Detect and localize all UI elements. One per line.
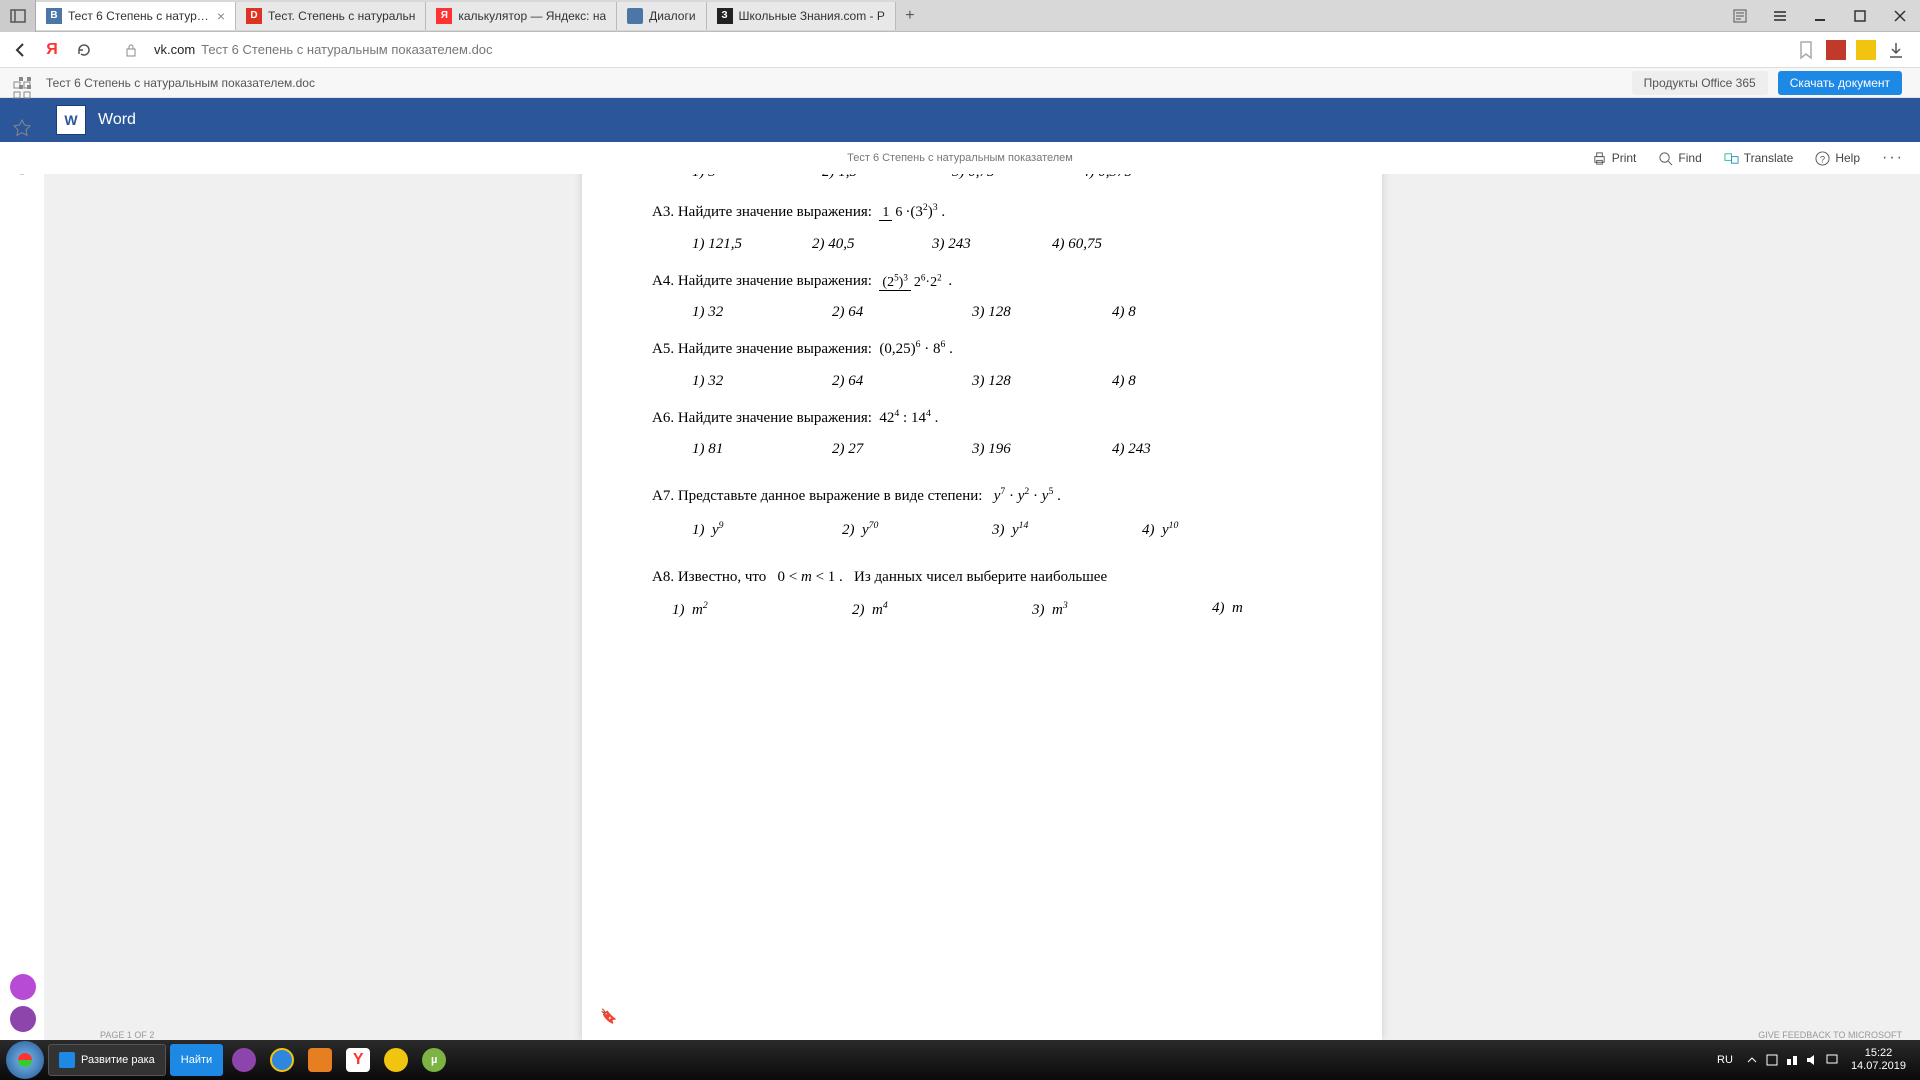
browser-tab-strip: B Тест 6 Степень с натура… × D Тест. Сте… — [0, 0, 1920, 32]
question-a4: A4. Найдите значение выражения: (25)326·… — [652, 269, 1312, 295]
sidebar-toggle-icon[interactable] — [0, 0, 36, 32]
lock-icon — [124, 43, 138, 57]
page-indicator: PAGE 1 OF 2 — [100, 1030, 154, 1040]
svg-text:?: ? — [1820, 154, 1825, 164]
a7-opt4: 4) y10 — [1142, 520, 1202, 539]
tab-label: Тест. Степень с натуральн — [268, 9, 415, 23]
doc-title: Тест 6 Степень с натуральным показателем — [847, 152, 1073, 164]
print-button[interactable]: Print — [1592, 151, 1637, 166]
close-button[interactable] — [1880, 0, 1920, 32]
tab-label: Тест 6 Степень с натура… — [68, 9, 211, 23]
url-domain: vk.com — [154, 42, 195, 57]
question-a6: A6. Найдите значение выражения: 424 : 14… — [652, 406, 1312, 432]
doc-filename: Тест 6 Степень с натуральным показателем… — [46, 76, 315, 90]
tab-label: калькулятор — Яндекс: на — [458, 9, 606, 23]
bookmark-icon[interactable] — [1796, 40, 1816, 60]
a8-opt2: 2) m4 — [852, 600, 912, 619]
maximize-button[interactable] — [1840, 0, 1880, 32]
question-a8: A8. Известно, что 0 < m < 1 . Из данных … — [652, 565, 1312, 591]
help-button[interactable]: ?Help — [1815, 151, 1860, 166]
download-document-button[interactable]: Скачать документ — [1778, 71, 1902, 95]
menu-icon[interactable] — [1760, 0, 1800, 32]
favorites-icon[interactable] — [12, 118, 32, 138]
taskbar-utorrent-icon[interactable]: µ — [417, 1043, 451, 1077]
browser-tab-2[interactable]: D Тест. Степень с натуральн — [236, 2, 426, 30]
browser-tab-4[interactable]: Диалоги — [617, 2, 706, 30]
url-path: Тест 6 Степень с натуральным показателем… — [201, 42, 492, 57]
question-a3: A3. Найдите значение выражения: 16·(32)3… — [652, 200, 1312, 226]
document-page: 1) 3 2) 1,5 3) 0,75 4) 0,375 A3. Найдите… — [582, 174, 1382, 1040]
taskbar-media-icon[interactable] — [303, 1043, 337, 1077]
a2-opt1: 1) 3 — [692, 174, 752, 181]
taskbar-search[interactable]: Найти — [170, 1044, 223, 1076]
a7-opt1: 1) y9 — [692, 520, 752, 539]
dock-icon-2[interactable] — [10, 1006, 36, 1032]
a7-opt3: 3) y14 — [992, 520, 1052, 539]
find-button[interactable]: Find — [1658, 151, 1701, 166]
tab-label: Диалоги — [649, 9, 695, 23]
apps-icon[interactable] — [12, 80, 32, 100]
office-products-button[interactable]: Продукты Office 365 — [1632, 71, 1768, 95]
page-bookmark-icon[interactable]: 🔖 — [600, 1009, 617, 1026]
start-button[interactable] — [6, 1041, 44, 1079]
a8-opt4: 4) m — [1212, 600, 1272, 619]
taskbar-yandex-icon[interactable]: Y — [341, 1043, 375, 1077]
browser-tab-5[interactable]: З Школьные Знания.com - Р — [707, 2, 896, 30]
question-a7: A7. Представьте данное выражение в виде … — [652, 484, 1312, 510]
close-icon[interactable]: × — [217, 8, 225, 24]
extension-icon-1[interactable] — [1826, 40, 1846, 60]
side-dock — [10, 974, 36, 1032]
taskbar-item-1[interactable]: Развитие рака — [48, 1044, 166, 1076]
back-button[interactable] — [8, 38, 32, 62]
a2-opt2: 2) 1,5 — [822, 174, 882, 181]
tray-action-icon[interactable] — [1825, 1053, 1839, 1067]
a8-opt3: 3) m3 — [1032, 600, 1092, 619]
a2-opt3: 3) 0,75 — [952, 174, 1012, 181]
tray-volume-icon[interactable] — [1805, 1053, 1819, 1067]
left-rail — [0, 68, 44, 1040]
translate-button[interactable]: Translate — [1724, 151, 1794, 166]
more-icon[interactable]: ··· — [1882, 149, 1904, 167]
language-indicator[interactable]: RU — [1717, 1054, 1733, 1066]
feedback-link[interactable]: GIVE FEEDBACK TO MICROSOFT — [1758, 1030, 1902, 1040]
a8-opt1: 1) m2 — [672, 600, 732, 619]
taskbar: Развитие рака Найти Y µ RU 15:22 14.07.2… — [0, 1040, 1920, 1080]
question-a5: A5. Найдите значение выражения: (0,25)6 … — [652, 337, 1312, 363]
word-toolbar: Тест 6 Степень с натуральным показателем… — [0, 142, 1920, 174]
taskbar-app-5[interactable] — [379, 1043, 413, 1077]
browser-tab-3[interactable]: Я калькулятор — Яндекс: на — [426, 2, 617, 30]
tray-flag-icon[interactable] — [1765, 1053, 1779, 1067]
downloads-icon[interactable] — [1886, 40, 1906, 60]
browser-tab-1[interactable]: B Тест 6 Степень с натура… × — [36, 2, 236, 30]
new-tab-button[interactable]: + — [896, 2, 924, 30]
reader-mode-icon[interactable] — [1720, 0, 1760, 32]
address-bar: Я vk.com Тест 6 Степень с натуральным по… — [0, 32, 1920, 68]
document-viewport[interactable]: 1) 3 2) 1,5 3) 0,75 4) 0,375 A3. Найдите… — [44, 174, 1920, 1040]
minimize-button[interactable] — [1800, 0, 1840, 32]
a2-opt4: 4) 0,375 — [1082, 174, 1142, 181]
tray-network-icon[interactable] — [1785, 1053, 1799, 1067]
word-logo-icon: W — [56, 105, 86, 135]
taskbar-clock[interactable]: 15:22 14.07.2019 — [1851, 1047, 1906, 1073]
taskbar-ie-icon[interactable] — [265, 1043, 299, 1077]
yandex-icon[interactable]: Я — [40, 38, 64, 62]
word-header: W Word — [0, 98, 1920, 142]
tray-up-icon[interactable] — [1745, 1053, 1759, 1067]
tab-label: Школьные Знания.com - Р — [739, 9, 885, 23]
dock-icon-1[interactable] — [10, 974, 36, 1000]
reload-button[interactable] — [72, 38, 96, 62]
office-bar: Тест 6 Степень с натуральным показателем… — [0, 68, 1920, 98]
a7-opt2: 2) y70 — [842, 520, 902, 539]
taskbar-app-1[interactable] — [227, 1043, 261, 1077]
extension-icon-2[interactable] — [1856, 40, 1876, 60]
word-app-name: Word — [98, 111, 136, 129]
url-input[interactable]: vk.com Тест 6 Степень с натуральным пока… — [146, 36, 1788, 64]
